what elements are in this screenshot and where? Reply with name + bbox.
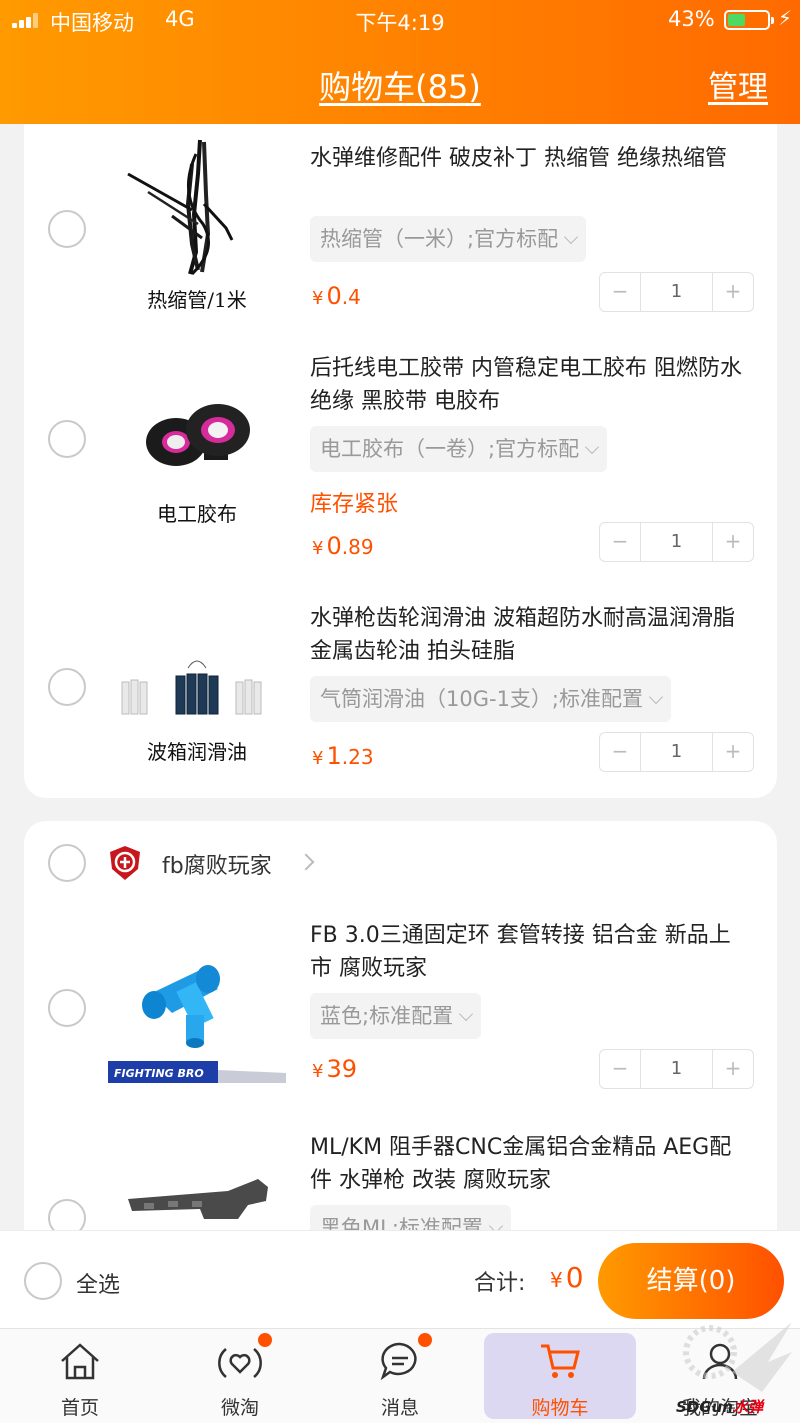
quantity-stepper: − 1 + xyxy=(599,1049,754,1089)
item-select-radio[interactable] xyxy=(48,668,86,706)
decrease-button[interactable]: − xyxy=(600,1050,640,1088)
chevron-down-icon xyxy=(459,1006,474,1022)
tab-home[interactable]: 首页 xyxy=(0,1329,160,1423)
quantity-input[interactable]: 1 xyxy=(640,1050,713,1088)
sku-selector[interactable]: 热缩管（一米）;官方标配 xyxy=(310,216,587,262)
sku-label: 电工胶布（一卷）;官方标配 xyxy=(320,437,580,461)
brand-banner: FIGHTING BRO xyxy=(114,1067,204,1080)
shop-header[interactable]: fb腐败玩家 xyxy=(24,821,777,905)
cart-item: 电工胶布 后托线电工胶带 内管稳定电工胶布 阻燃防水绝缘 黑胶带 电胶布 电工胶… xyxy=(24,338,777,588)
chevron-down-icon xyxy=(585,439,600,455)
product-image[interactable]: 波箱润滑油 xyxy=(108,628,286,806)
increase-button[interactable]: + xyxy=(713,733,753,771)
item-select-radio[interactable] xyxy=(48,989,86,1027)
battery-icon xyxy=(724,10,774,30)
chevron-down-icon xyxy=(564,229,579,245)
quantity-input[interactable]: 1 xyxy=(640,733,713,771)
heat-shrink-tube-image xyxy=(127,139,234,276)
cart-shop-card: 热缩管/1米 水弹维修配件 破皮补丁 热缩管 绝缘热缩管 热缩管（一米）;官方标… xyxy=(24,124,777,798)
cart-icon xyxy=(541,1344,580,1378)
decrease-button[interactable]: − xyxy=(600,273,640,311)
item-price: ¥39 xyxy=(312,1055,357,1083)
tab-messages[interactable]: 消息 xyxy=(320,1329,480,1423)
home-icon xyxy=(61,1343,99,1380)
product-title[interactable]: ML/KM 阻手器CNC金属铝合金精品 AEG配件 水弹枪 改装 腐败玩家 xyxy=(310,1131,750,1197)
quantity-stepper: − 1 + xyxy=(599,732,754,772)
decrease-button[interactable]: − xyxy=(600,523,640,561)
increase-button[interactable]: + xyxy=(713,1050,753,1088)
product-title[interactable]: 后托线电工胶带 内管稳定电工胶布 阻燃防水绝缘 黑胶带 电胶布 xyxy=(310,352,750,418)
notification-dot xyxy=(418,1333,432,1347)
cart-item: FIGHTING BRO FB 3.0三通固定环 套管转接 铝合金 新品上市 腐… xyxy=(24,905,777,1131)
watermark-text: SDGun水弹 xyxy=(676,1398,763,1416)
total-amount: ¥0 xyxy=(550,1261,584,1294)
manage-button[interactable]: 管理 xyxy=(708,62,768,106)
product-title[interactable]: 水弹维修配件 破皮补丁 热缩管 绝缘热缩管 xyxy=(310,142,750,175)
shop-select-radio[interactable] xyxy=(48,844,86,882)
select-all-label[interactable]: 全选 xyxy=(76,1267,120,1299)
item-price: ¥1.23 xyxy=(312,742,374,770)
sku-label: 蓝色;标准配置 xyxy=(320,1004,454,1028)
decrease-button[interactable]: − xyxy=(600,733,640,771)
item-price: ¥0.89 xyxy=(312,532,374,560)
quantity-stepper: − 1 + xyxy=(599,272,754,312)
image-caption: 热缩管/1米 xyxy=(147,288,247,312)
sku-selector[interactable]: 气筒润滑油（10G-1支）;标准配置 xyxy=(310,676,672,722)
select-all-radio[interactable] xyxy=(24,1262,62,1300)
cart-item: 热缩管/1米 水弹维修配件 破皮补丁 热缩管 绝缘热缩管 热缩管（一米）;官方标… xyxy=(24,124,777,338)
product-image[interactable]: 电工胶布 xyxy=(108,364,286,542)
sku-label: 气筒润滑油（10G-1支）;标准配置 xyxy=(320,687,644,711)
battery-percent: 43% xyxy=(668,7,715,31)
status-bar: 中国移动 4G 下午4:19 43% ⚡ xyxy=(0,0,800,42)
chat-bubble-icon xyxy=(380,1342,417,1381)
item-select-radio[interactable] xyxy=(48,420,86,458)
tab-label: 消息 xyxy=(380,1397,419,1419)
low-stock-label: 库存紧张 xyxy=(310,492,399,517)
tab-cart[interactable]: 购物车 xyxy=(484,1333,636,1419)
chevron-down-icon xyxy=(648,689,664,705)
shop-logo-icon xyxy=(110,846,140,880)
checkout-button[interactable]: 结算(0) xyxy=(598,1243,784,1319)
cart-item: ML/KM 阻手器CNC金属铝合金精品 AEG配件 水弹枪 改装 腐败玩家 黑色… xyxy=(24,1131,777,1241)
sku-selector[interactable]: 蓝色;标准配置 xyxy=(310,993,482,1039)
sku-selector[interactable]: 电工胶布（一卷）;官方标配 xyxy=(310,426,608,472)
tab-label: 首页 xyxy=(60,1397,99,1419)
tab-weitao[interactable]: 微淘 xyxy=(160,1329,320,1423)
product-image[interactable] xyxy=(108,1139,286,1241)
increase-button[interactable]: + xyxy=(713,273,753,311)
image-caption: 波箱润滑油 xyxy=(147,740,247,764)
sku-label: 热缩管（一米）;官方标配 xyxy=(320,227,559,251)
hand-stop-image xyxy=(128,1179,268,1219)
tab-label: 购物车 xyxy=(531,1397,589,1419)
electrical-tape-image xyxy=(146,404,250,466)
cart-item: 波箱润滑油 水弹枪齿轮润滑油 波箱超防水耐高温润滑脂 金属齿轮油 拍头硅脂 气筒… xyxy=(24,588,777,798)
cart-shop-card: fb腐败玩家 FIGHTING BRO FB 3.0三通固定环 套管转接 铝合金… xyxy=(24,821,777,1241)
image-caption: 电工胶布 xyxy=(157,502,237,526)
product-title[interactable]: 水弹枪齿轮润滑油 波箱超防水耐高温润滑脂 金属齿轮油 拍头硅脂 xyxy=(310,602,750,668)
product-title[interactable]: FB 3.0三通固定环 套管转接 铝合金 新品上市 腐败玩家 xyxy=(310,919,750,985)
quantity-stepper: − 1 + xyxy=(599,522,754,562)
increase-button[interactable]: + xyxy=(713,523,753,561)
product-image[interactable]: FIGHTING BRO xyxy=(108,915,286,1093)
quantity-input[interactable]: 1 xyxy=(640,273,713,311)
notification-dot xyxy=(258,1333,272,1347)
chevron-right-icon xyxy=(297,853,315,871)
total-label: 合计: xyxy=(474,1271,526,1296)
heart-broadcast-icon xyxy=(218,1348,262,1378)
tab-label: 微淘 xyxy=(220,1397,259,1419)
charging-icon: ⚡ xyxy=(778,6,793,30)
item-price: ¥0.4 xyxy=(312,282,361,310)
header: 中国移动 4G 下午4:19 43% ⚡ 购物车(85) 管理 xyxy=(0,0,800,124)
product-image[interactable]: 热缩管/1米 xyxy=(108,134,286,312)
shop-name[interactable]: fb腐败玩家 xyxy=(162,848,272,880)
item-select-radio[interactable] xyxy=(48,210,86,248)
quantity-input[interactable]: 1 xyxy=(640,523,713,561)
page-title: 购物车(85) xyxy=(319,68,481,106)
